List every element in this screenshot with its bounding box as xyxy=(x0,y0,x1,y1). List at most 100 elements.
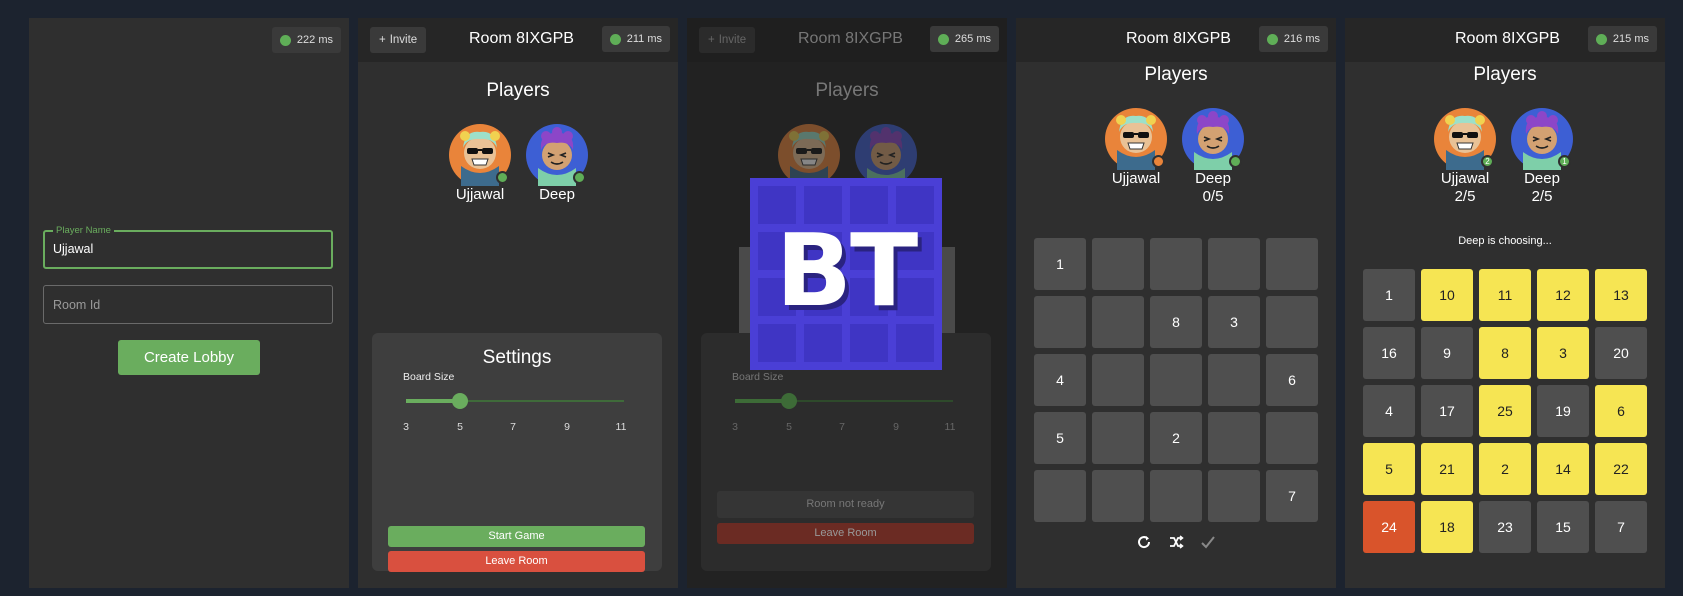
player-name-deep: Deep xyxy=(1524,170,1560,187)
board-cell[interactable]: 11 xyxy=(1479,269,1531,321)
board-cell[interactable]: 4 xyxy=(1363,385,1415,437)
status-dot-icon xyxy=(1152,155,1165,168)
board-cell[interactable]: 17 xyxy=(1421,385,1473,437)
player-avatar-ujjawal xyxy=(778,124,840,186)
player-avatar-ujjawal: 2 xyxy=(1434,108,1496,170)
board-cell[interactable] xyxy=(1208,354,1260,406)
board-cell[interactable]: 9 xyxy=(1421,327,1473,379)
ping-indicator: 211 ms xyxy=(601,26,670,52)
invite-label: Invite xyxy=(389,34,418,46)
board-cell[interactable]: 5 xyxy=(1363,443,1415,495)
board-cell[interactable]: 12 xyxy=(1537,269,1589,321)
connection-dot-icon xyxy=(1266,33,1278,45)
board-cell[interactable] xyxy=(1092,354,1144,406)
board-cell[interactable] xyxy=(1092,296,1144,348)
board-cell[interactable] xyxy=(1150,470,1202,522)
board-cell[interactable] xyxy=(1150,354,1202,406)
player-avatar-ujjawal xyxy=(1105,108,1167,170)
board-cell[interactable]: 23 xyxy=(1479,501,1531,553)
settings-heading: Settings xyxy=(482,347,552,368)
players-heading: Players xyxy=(1473,64,1537,85)
lobby-panel: + Invite Room 8IXGPB 211 ms Players Ujja… xyxy=(358,18,678,588)
room-header: + Invite Room 8IXGPB 211 ms xyxy=(358,18,678,62)
board-cell[interactable] xyxy=(1034,296,1086,348)
board-cell[interactable] xyxy=(1266,296,1318,348)
start-game-button[interactable]: Start Game xyxy=(388,526,645,547)
board-cell[interactable]: 21 xyxy=(1421,443,1473,495)
room-title: Room 8IXGPB xyxy=(798,30,903,47)
board-cell[interactable]: 1 xyxy=(1034,238,1086,290)
settings-card: Settings Board Size 3 5 7 9 11 Start Gam… xyxy=(372,333,662,572)
board-cell[interactable]: 1 xyxy=(1363,269,1415,321)
board-cell[interactable]: 3 xyxy=(1537,327,1589,379)
player-avatar-deep xyxy=(526,124,588,186)
create-lobby-button[interactable]: Create Lobby xyxy=(118,340,260,375)
start-game-label: Start Game xyxy=(488,530,545,542)
player-avatar-ujjawal xyxy=(449,124,511,186)
player-name-deep: Deep xyxy=(539,186,575,203)
board-cell[interactable]: 5 xyxy=(1034,412,1086,464)
board-size-slider[interactable] xyxy=(406,393,624,409)
tick-label: 5 xyxy=(786,421,792,433)
player-avatar-deep xyxy=(855,124,917,186)
bingo-board: 1 83 4 6 5 2 7 xyxy=(1034,238,1318,522)
board-cell[interactable] xyxy=(1150,238,1202,290)
logo-text: BT xyxy=(775,212,918,329)
board-cell[interactable] xyxy=(1266,238,1318,290)
connection-dot-icon xyxy=(609,33,621,45)
create-lobby-label: Create Lobby xyxy=(143,349,235,366)
leave-room-button[interactable]: Leave Room xyxy=(717,523,974,544)
invite-button[interactable]: + Invite xyxy=(370,27,427,53)
slider-thumb[interactable] xyxy=(452,393,468,409)
board-cell[interactable]: 25 xyxy=(1479,385,1531,437)
board-cell[interactable]: 2 xyxy=(1479,443,1531,495)
tick-label: 7 xyxy=(510,421,516,433)
board-cell[interactable]: 6 xyxy=(1266,354,1318,406)
board-cell[interactable] xyxy=(1092,470,1144,522)
board-size-slider[interactable] xyxy=(735,393,953,409)
invite-button[interactable]: + Invite xyxy=(699,27,756,53)
board-cell[interactable]: 8 xyxy=(1479,327,1531,379)
board-cell[interactable] xyxy=(1034,470,1086,522)
board-cell[interactable] xyxy=(1266,412,1318,464)
player-name-value: Ujjawal xyxy=(53,242,94,256)
bt-logo: BT xyxy=(750,178,942,370)
board-cell[interactable]: 19 xyxy=(1537,385,1589,437)
board-cell[interactable]: 24 xyxy=(1363,501,1415,553)
refresh-icon[interactable] xyxy=(1136,534,1152,550)
board-cell[interactable]: 20 xyxy=(1595,327,1647,379)
slider-thumb[interactable] xyxy=(781,393,797,409)
room-header: + Invite Room 8IXGPB 265 ms xyxy=(687,18,1007,62)
room-id-field[interactable]: Room Id xyxy=(43,285,333,324)
check-icon[interactable] xyxy=(1200,534,1216,550)
players-heading: Players xyxy=(815,80,879,101)
board-cell[interactable]: 18 xyxy=(1421,501,1473,553)
board-cell[interactable]: 4 xyxy=(1034,354,1086,406)
shuffle-icon[interactable] xyxy=(1168,534,1184,550)
leave-room-button[interactable]: Leave Room xyxy=(388,551,645,572)
board-cell[interactable]: 22 xyxy=(1595,443,1647,495)
board-cell[interactable]: 15 xyxy=(1537,501,1589,553)
board-cell[interactable]: 10 xyxy=(1421,269,1473,321)
tick-label: 7 xyxy=(839,421,845,433)
login-panel: 222 ms Player Name Ujjawal Room Id Creat… xyxy=(29,18,349,588)
room-header: Room 8IXGPB 216 ms xyxy=(1016,18,1336,62)
board-cell[interactable]: 2 xyxy=(1150,412,1202,464)
board-cell[interactable]: 8 xyxy=(1150,296,1202,348)
board-cell[interactable] xyxy=(1092,238,1144,290)
players-heading: Players xyxy=(486,80,550,101)
board-cell[interactable]: 7 xyxy=(1266,470,1318,522)
board-cell[interactable] xyxy=(1092,412,1144,464)
board-size-label: Board Size xyxy=(403,371,455,383)
board-cell[interactable]: 6 xyxy=(1595,385,1647,437)
board-cell[interactable]: 3 xyxy=(1208,296,1260,348)
player-name-field[interactable]: Player Name Ujjawal xyxy=(43,225,333,269)
leave-room-label: Leave Room xyxy=(814,527,877,539)
board-cell[interactable]: 7 xyxy=(1595,501,1647,553)
board-cell[interactable]: 13 xyxy=(1595,269,1647,321)
board-cell[interactable]: 14 xyxy=(1537,443,1589,495)
board-cell[interactable]: 16 xyxy=(1363,327,1415,379)
board-cell[interactable] xyxy=(1208,412,1260,464)
board-cell[interactable] xyxy=(1208,238,1260,290)
board-cell[interactable] xyxy=(1208,470,1260,522)
